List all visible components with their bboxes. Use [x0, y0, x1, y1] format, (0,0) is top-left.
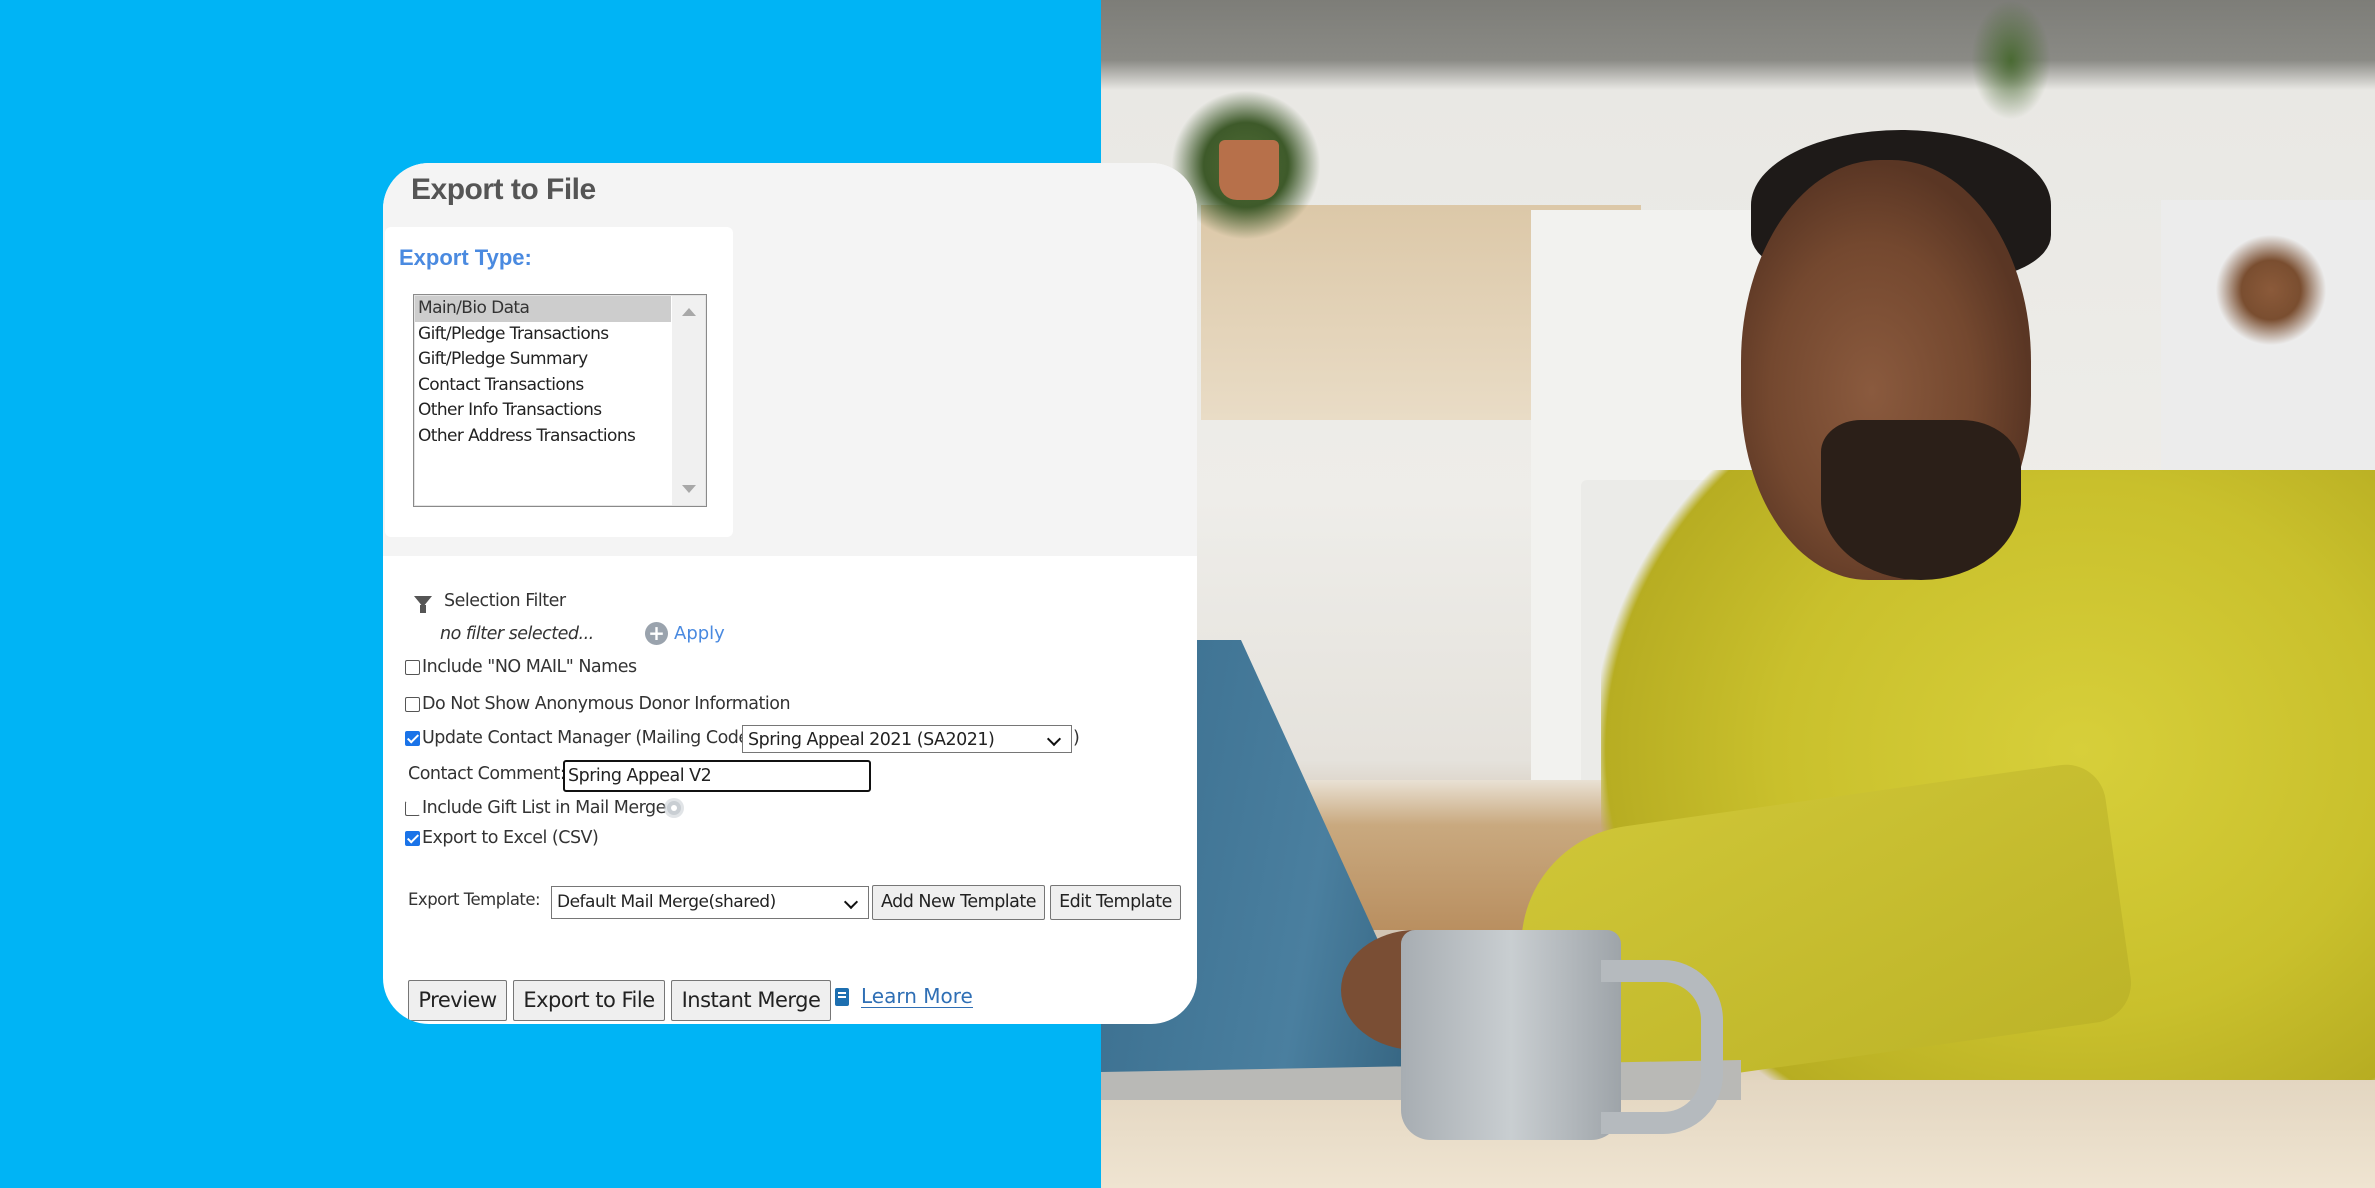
photo-plant-right	[2211, 230, 2331, 350]
filter-status: no filter selected...	[440, 624, 594, 644]
excel-option: Export to Excel (CSV)	[405, 828, 599, 848]
chevron-down-icon	[843, 894, 859, 910]
gift-list-option: Include Gift List in Mail Merge	[405, 798, 681, 818]
export-type-option[interactable]: Contact Transactions	[415, 373, 671, 399]
export-type-option[interactable]: Other Info Transactions	[415, 398, 671, 424]
update-contact-label: Update Contact Manager (Mailing Code	[422, 728, 749, 748]
selection-filter-label: Selection Filter	[444, 591, 566, 611]
anonymous-checkbox[interactable]	[405, 696, 420, 712]
gear-icon[interactable]	[666, 801, 681, 815]
excel-checkbox[interactable]	[405, 830, 420, 846]
export-type-option[interactable]: Gift/Pledge Transactions	[415, 322, 671, 348]
contact-comment-label: Contact Comment:	[408, 764, 566, 784]
no-mail-label: Include "NO MAIL" Names	[422, 657, 637, 677]
export-type-option[interactable]: Gift/Pledge Summary	[415, 347, 671, 373]
panel-title: Export to File	[411, 173, 596, 206]
scroll-down-arrow-icon[interactable]	[682, 485, 696, 493]
instant-merge-button[interactable]: Instant Merge	[671, 980, 831, 1021]
anonymous-label: Do Not Show Anonymous Donor Information	[422, 694, 791, 714]
learn-more-link[interactable]: Learn More	[835, 985, 973, 1008]
export-type-option[interactable]: Other Address Transactions	[415, 424, 671, 450]
anonymous-option: Do Not Show Anonymous Donor Information	[405, 694, 791, 714]
update-contact-option: Update Contact Manager (Mailing Code	[405, 728, 749, 748]
funnel-icon	[414, 595, 432, 613]
export-type-section: Export Type: Main/Bio Data Gift/Pledge T…	[385, 227, 733, 537]
add-new-template-button[interactable]: Add New Template	[872, 885, 1045, 920]
edit-template-button[interactable]: Edit Template	[1050, 885, 1181, 920]
scroll-up-arrow-icon[interactable]	[682, 308, 696, 316]
plus-circle-icon: +	[645, 622, 668, 645]
no-mail-option: Include "NO MAIL" Names	[405, 657, 637, 677]
export-template-value: Default Mail Merge(shared)	[557, 892, 776, 912]
mailing-code-close-paren: )	[1073, 728, 1080, 748]
export-type-label: Export Type:	[399, 245, 532, 270]
export-type-listbox[interactable]: Main/Bio Data Gift/Pledge Transactions G…	[413, 294, 707, 507]
photo-hanging-plant	[1971, 0, 2051, 120]
photo-person-beard	[1821, 420, 2021, 580]
book-icon	[835, 987, 849, 1006]
mailing-code-select[interactable]: Spring Appeal 2021 (SA2021)	[742, 725, 1072, 753]
chevron-down-icon	[1046, 731, 1062, 747]
apply-label: Apply	[674, 623, 725, 644]
listbox-scrollbar[interactable]	[672, 296, 705, 505]
export-to-file-button[interactable]: Export to File	[513, 980, 665, 1021]
preview-button[interactable]: Preview	[408, 980, 507, 1021]
mailing-code-value: Spring Appeal 2021 (SA2021)	[748, 730, 995, 750]
export-to-file-panel: Export to File Export Type: Main/Bio Dat…	[383, 163, 1197, 1024]
learn-more-label: Learn More	[861, 984, 973, 1008]
update-contact-checkbox[interactable]	[405, 730, 420, 746]
excel-label: Export to Excel (CSV)	[422, 828, 599, 848]
gift-list-checkbox[interactable]	[405, 800, 420, 816]
photo-pot	[1219, 140, 1279, 200]
export-type-option[interactable]: Main/Bio Data	[415, 296, 671, 322]
no-mail-checkbox[interactable]	[405, 659, 420, 675]
export-template-select[interactable]: Default Mail Merge(shared)	[551, 886, 869, 919]
gift-list-label: Include Gift List in Mail Merge	[422, 798, 666, 818]
photo-mug-handle	[1601, 960, 1723, 1134]
contact-comment-input[interactable]: Spring Appeal V2	[563, 760, 871, 792]
export-template-label: Export Template:	[408, 890, 541, 909]
apply-filter-button[interactable]: + Apply	[645, 622, 725, 645]
hero-photo-man-with-laptop	[1101, 0, 2375, 1188]
photo-mug	[1401, 930, 1621, 1140]
selection-filter-header[interactable]: Selection Filter	[414, 591, 566, 613]
